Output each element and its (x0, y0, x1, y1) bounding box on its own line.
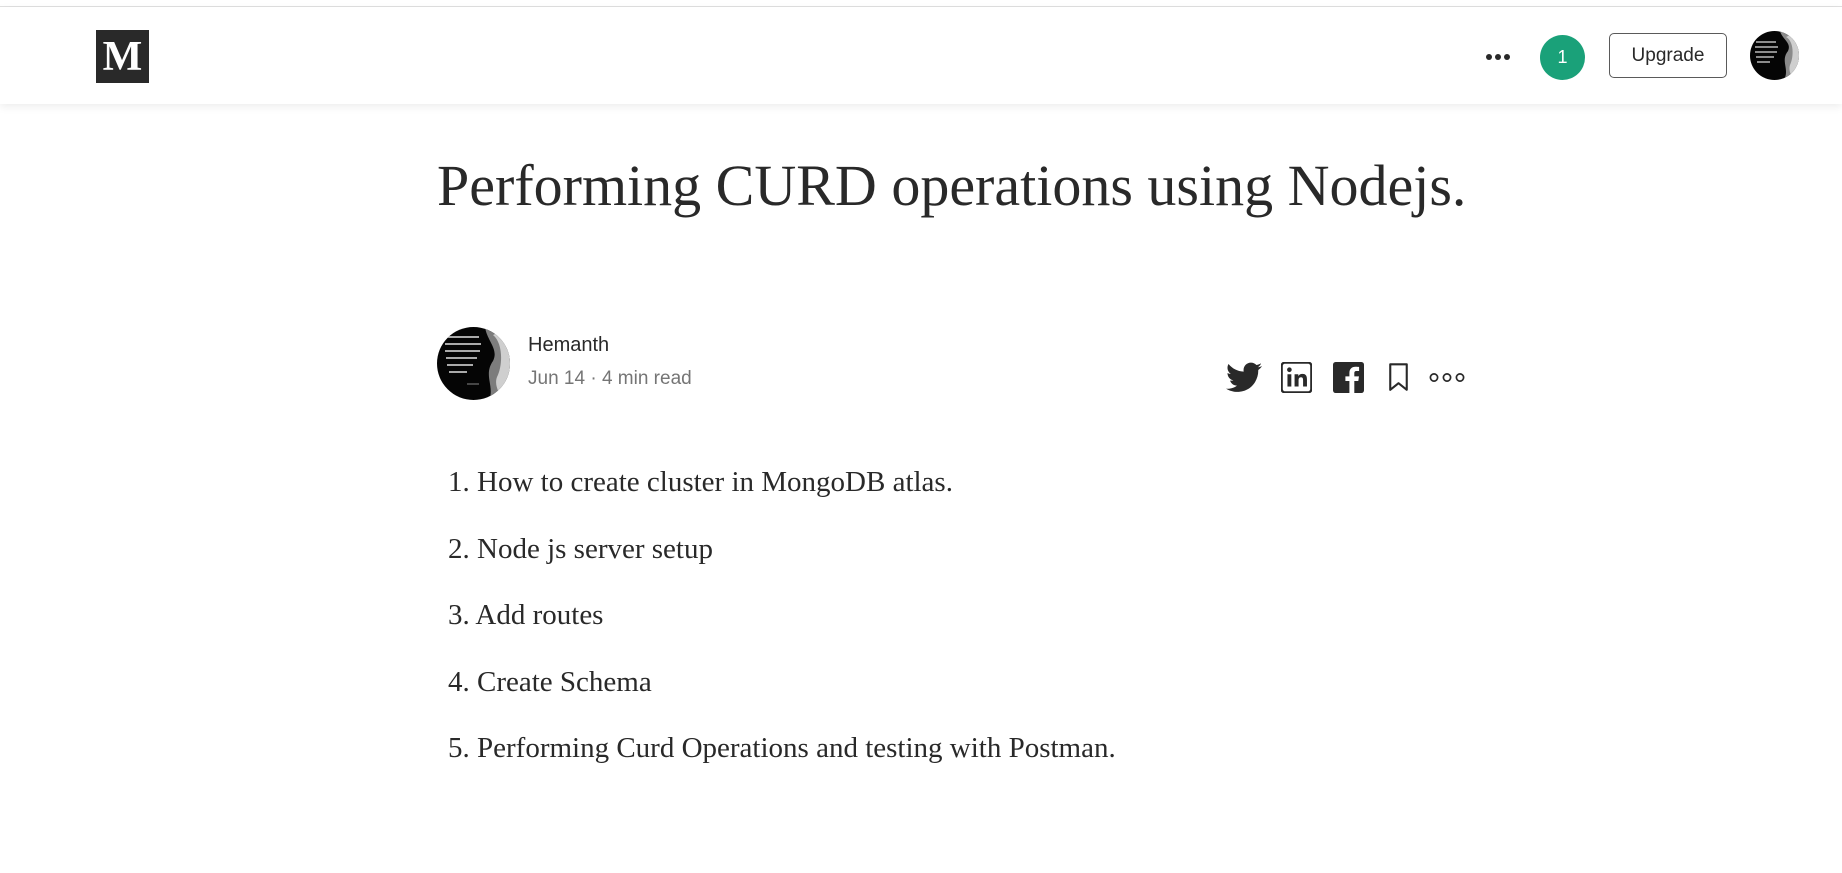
publish-date: Jun 14 (528, 368, 586, 389)
list-item: 4. Create Schema (448, 662, 1116, 729)
upgrade-button[interactable]: Upgrade (1609, 33, 1727, 78)
more-options-icon[interactable] (1428, 362, 1466, 393)
meta-separator: · (590, 368, 597, 389)
bookmark-icon[interactable] (1388, 362, 1409, 393)
author-name[interactable]: Hemanth (528, 334, 609, 357)
article-list: 1. How to create cluster in MongoDB atla… (448, 462, 1116, 795)
top-header: M 1 Upgrade (0, 7, 1842, 104)
read-time: 4 min read (601, 368, 692, 389)
list-number: 4. (448, 665, 470, 698)
list-item: 3. Add routes (448, 595, 1116, 662)
list-item: 1. How to create cluster in MongoDB atla… (448, 462, 1116, 529)
list-number: 3. (448, 599, 470, 631)
author-avatar[interactable] (437, 327, 510, 400)
list-number: 1. (448, 466, 470, 498)
notification-badge[interactable]: 1 (1540, 35, 1585, 80)
article-meta: Jun 14 · 4 min read (528, 368, 692, 390)
user-avatar[interactable] (1750, 31, 1799, 80)
twitter-icon[interactable] (1226, 362, 1262, 393)
list-item: 2. Node js server setup (448, 529, 1116, 596)
list-text: Node js server setup (477, 532, 713, 565)
list-text: Create Schema (477, 665, 652, 698)
list-text: How to create cluster in MongoDB atlas. (477, 466, 953, 498)
list-text: Add routes (475, 599, 604, 631)
facebook-icon[interactable] (1333, 362, 1364, 393)
list-number: 2. (448, 532, 470, 565)
top-border (0, 0, 1842, 7)
medium-logo[interactable]: M (96, 30, 149, 83)
list-text: Performing Curd Operations and testing w… (477, 732, 1116, 764)
linkedin-icon[interactable] (1281, 362, 1312, 393)
list-item: 5. Performing Curd Operations and testin… (448, 728, 1116, 795)
article-title: Performing CURD operations using Nodejs. (437, 153, 1467, 218)
list-number: 5. (448, 732, 470, 764)
more-horizontal-icon[interactable] (1482, 49, 1514, 65)
